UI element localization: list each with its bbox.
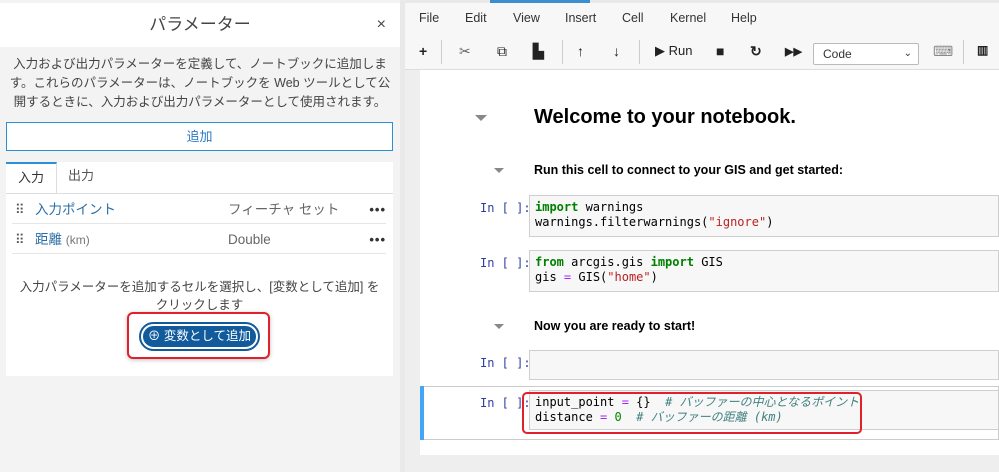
add-button[interactable]: 追加	[6, 122, 393, 151]
code-token: from	[535, 255, 564, 269]
cell-type-value: Code	[823, 47, 852, 61]
cut-icon[interactable]: ✂	[459, 43, 471, 60]
hint-text: 入力パラメーターを追加するセルを選択し、[変数として追加] をクリックします	[19, 280, 380, 312]
divider	[562, 40, 563, 64]
chart-icon[interactable]: ▥	[977, 43, 988, 57]
restart-icon[interactable]: ↻	[750, 43, 762, 60]
close-icon[interactable]: ×	[377, 3, 386, 47]
parameter-name-text: 入力ポイント	[35, 202, 116, 217]
plus-circle-icon: ⊕	[147, 329, 161, 343]
code-token: import	[535, 200, 579, 214]
menu-cell[interactable]: Cell	[622, 11, 644, 25]
collapse-icon[interactable]	[475, 115, 487, 121]
parameter-type: フィーチャ セット	[228, 202, 340, 217]
add-as-variable-label: 変数として追加	[163, 329, 252, 343]
cell-prompt: In [ ]:	[480, 201, 531, 215]
drag-handle-icon[interactable]: ⠿	[15, 195, 24, 224]
collapse-icon[interactable]	[494, 324, 504, 329]
copy-icon[interactable]: ⧉	[497, 43, 507, 60]
add-as-variable-button[interactable]: ⊕ 変数として追加	[139, 322, 260, 351]
code-token: GIS(	[571, 270, 608, 284]
cell-type-select[interactable]: Code ⌄	[813, 43, 919, 65]
parameter-row[interactable]: ⠿ 距離 (km) Double •••	[12, 225, 386, 254]
menu-bar: File Edit View Insert Cell Kernel Help	[405, 3, 999, 35]
keyboard-icon[interactable]: ⌨	[933, 43, 953, 60]
divider	[963, 40, 964, 64]
section-heading: Now you are ready to start!	[534, 319, 696, 333]
stop-icon[interactable]: ■	[716, 43, 724, 59]
code-token: import	[650, 255, 694, 269]
tab-output[interactable]: 出力	[56, 162, 106, 193]
code-token: gis	[535, 270, 564, 284]
menu-edit[interactable]: Edit	[465, 11, 487, 25]
code-token: warnings.filterwarnings(	[535, 215, 709, 229]
collapse-icon[interactable]	[494, 168, 504, 173]
move-up-icon[interactable]: ↑	[577, 43, 584, 59]
code-cell[interactable]: import warnings warnings.filterwarnings(…	[529, 195, 999, 237]
code-token: GIS	[693, 255, 723, 269]
parameter-name-text: 距離	[35, 232, 62, 247]
parameters-panel: パラメーター × 入力および出力パラメーターを定義して、ノートブックに追加します…	[0, 0, 400, 472]
toolbar: + ✂ ⧉ ▙ ↑ ↓ ▶ Run ■ ↻ ▶▶ Code ⌄ ⌨ ▥	[405, 35, 999, 70]
more-options-icon[interactable]: •••	[369, 225, 386, 254]
more-options-icon[interactable]: •••	[369, 195, 386, 224]
empty-code-cell[interactable]	[529, 350, 999, 380]
menu-kernel[interactable]: Kernel	[670, 11, 706, 25]
section-heading: Run this cell to connect to your GIS and…	[534, 163, 844, 177]
code-token: "ignore"	[708, 215, 767, 229]
selected-cell-indicator	[420, 386, 424, 440]
divider	[441, 40, 442, 64]
drag-handle-icon[interactable]: ⠿	[15, 225, 24, 254]
parameters-card: 入力 出力 ⠿ 入力ポイント フィーチャ セット ••• ⠿ 距離 (km) D…	[6, 162, 393, 376]
code-token: "home"	[607, 270, 651, 284]
cell-prompt: In [ ]:	[480, 256, 531, 270]
parameter-type: Double	[228, 232, 271, 247]
cell-prompt: In [ ]:	[480, 356, 531, 370]
code-token: )	[766, 215, 774, 229]
menu-help[interactable]: Help	[731, 11, 757, 25]
add-cell-icon[interactable]: +	[419, 43, 427, 59]
menu-view[interactable]: View	[513, 11, 540, 25]
parameter-row[interactable]: ⠿ 入力ポイント フィーチャ セット •••	[12, 195, 386, 224]
tab-input[interactable]: 入力	[6, 162, 58, 193]
chevron-down-icon: ⌄	[903, 48, 912, 59]
fast-forward-icon[interactable]: ▶▶	[785, 45, 802, 58]
code-token: arcgis.gis	[563, 255, 651, 269]
notebook-cells: Welcome to your notebook. Run this cell …	[420, 70, 999, 455]
notebook-heading: Welcome to your notebook.	[534, 106, 796, 128]
code-token: warnings	[578, 200, 644, 214]
tab-divider	[6, 193, 393, 194]
parameter-name[interactable]: 入力ポイント	[35, 195, 116, 224]
menu-insert[interactable]: Insert	[565, 11, 596, 25]
highlight-box: ⊕ 変数として追加	[127, 312, 270, 359]
run-button[interactable]: ▶ Run	[655, 43, 692, 59]
divider	[639, 40, 640, 64]
notebook-area: File Edit View Insert Cell Kernel Help +…	[405, 0, 999, 472]
move-down-icon[interactable]: ↓	[613, 43, 620, 59]
code-token: )	[650, 270, 658, 284]
run-label: Run	[668, 43, 693, 58]
highlight-box	[522, 392, 862, 434]
play-icon: ▶	[655, 43, 665, 58]
code-cell[interactable]: from arcgis.gis import GIS gis = GIS("ho…	[529, 250, 999, 292]
parameter-name[interactable]: 距離 (km)	[35, 225, 90, 255]
parameter-unit: (km)	[65, 233, 90, 247]
menu-file[interactable]: File	[419, 11, 439, 25]
panel-description: 入力および出力パラメーターを定義して、ノートブックに追加します。これらのパラメー…	[9, 57, 391, 109]
paste-icon[interactable]: ▙	[533, 43, 544, 60]
panel-title: パラメーター	[0, 3, 400, 47]
